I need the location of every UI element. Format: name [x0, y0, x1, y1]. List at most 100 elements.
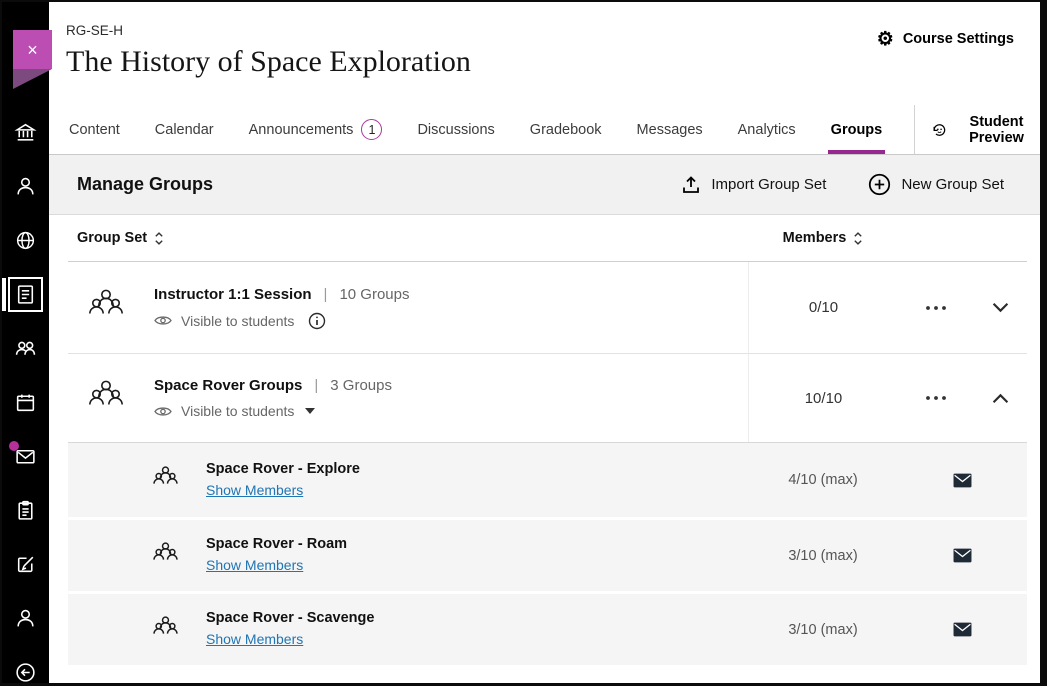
- mail-badge: [9, 441, 19, 451]
- course-tabbar: Content Calendar Announcements 1 Discuss…: [49, 105, 1040, 155]
- members-count: 10/10: [748, 354, 898, 442]
- group-set-info: Space Rover Groups | 3 Groups Visible to…: [154, 377, 748, 419]
- group-set-row-space-rover-groups: Space Rover Groups | 3 Groups Visible to…: [68, 354, 1027, 442]
- subgroup-row-roam: Space Rover - Roam Show Members 3/10 (ma…: [68, 517, 1027, 591]
- info-button[interactable]: [308, 312, 326, 330]
- envelope-icon: [953, 622, 972, 637]
- new-group-set-button[interactable]: New Group Set: [862, 172, 1010, 197]
- course-titles: RG-SE-H The History of Space Exploration: [66, 17, 471, 105]
- group-set-icon: [87, 286, 125, 329]
- envelope-icon: [953, 548, 972, 563]
- overflow-dots-icon: [925, 305, 947, 311]
- group-set-info: Instructor 1:1 Session | 10 Groups Visib…: [154, 286, 748, 330]
- collapse-row-button[interactable]: [988, 389, 1013, 408]
- student-preview-label: Student Preview: [957, 114, 1036, 146]
- expand-row-button[interactable]: [988, 298, 1013, 317]
- divider: |: [314, 377, 318, 394]
- group-set-name: Space Rover Groups: [154, 377, 302, 394]
- subgroup-info: Space Rover - Explore Show Members: [206, 461, 748, 500]
- course-header: RG-SE-H The History of Space Exploration…: [49, 2, 1040, 105]
- subgroup-members-count: 4/10 (max): [748, 472, 898, 488]
- student-preview-button[interactable]: Student Preview: [914, 105, 1040, 154]
- group-set-icon: [87, 377, 125, 420]
- tab-content[interactable]: Content: [66, 105, 123, 154]
- subgroup-row-explore: Space Rover - Explore Show Members 4/10 …: [68, 443, 1027, 517]
- group-set-row-instructor-11-session: Instructor 1:1 Session | 10 Groups Visib…: [68, 262, 1027, 354]
- info-icon: [308, 312, 326, 330]
- subgroup-members-count: 3/10 (max): [748, 622, 898, 638]
- ribbon-fold: [13, 69, 52, 89]
- caret-down-icon: [305, 408, 315, 414]
- close-course-ribbon[interactable]: ×: [13, 30, 52, 89]
- group-set-column-header[interactable]: Group Set: [68, 230, 748, 246]
- course-page: ×: [0, 0, 1047, 686]
- message-group-button[interactable]: [949, 469, 976, 492]
- tab-calendar[interactable]: Calendar: [152, 105, 217, 154]
- sort-icon: [154, 231, 164, 246]
- sidebar-nav: [2, 121, 49, 684]
- page-title: The History of Space Exploration: [66, 45, 471, 79]
- manage-actions: Import Group Set New Group Set: [675, 172, 1010, 197]
- people-icon[interactable]: [14, 337, 37, 360]
- bank-icon[interactable]: [14, 121, 37, 144]
- members-column-header[interactable]: Members: [748, 230, 898, 246]
- subgroup-row-scavenge: Space Rover - Scavenge Show Members 3/10…: [68, 591, 1027, 665]
- compose-icon[interactable]: [14, 553, 37, 576]
- group-set-name: Instructor 1:1 Session: [154, 286, 312, 303]
- group-count: 10 Groups: [339, 286, 409, 303]
- subgroup-name: Space Rover - Scavenge: [206, 610, 748, 626]
- course-code: RG-SE-H: [66, 23, 471, 38]
- subgroup-name: Space Rover - Roam: [206, 536, 748, 552]
- overflow-menu-button[interactable]: [921, 391, 951, 405]
- overflow-dots-icon: [925, 395, 947, 401]
- message-group-button[interactable]: [949, 544, 976, 567]
- overflow-menu-button[interactable]: [921, 301, 951, 315]
- group-icon: [152, 464, 179, 496]
- eye-icon: [154, 405, 172, 418]
- subgroup-name: Space Rover - Explore: [206, 461, 748, 477]
- tab-messages[interactable]: Messages: [634, 105, 706, 154]
- show-members-link[interactable]: Show Members: [206, 557, 303, 573]
- tab-groups[interactable]: Groups: [828, 105, 886, 154]
- person-2-icon[interactable]: [14, 607, 37, 630]
- clipboard-icon[interactable]: [14, 499, 37, 522]
- course-settings-label: Course Settings: [903, 31, 1014, 47]
- globe-icon[interactable]: [14, 229, 37, 252]
- course-settings-button[interactable]: ⚙ Course Settings: [871, 25, 1020, 53]
- subgroup-members-count: 3/10 (max): [748, 548, 898, 564]
- subgroup-info: Space Rover - Scavenge Show Members: [206, 610, 748, 649]
- visibility-label: Visible to students: [181, 313, 294, 329]
- tab-announcements[interactable]: Announcements 1: [246, 105, 386, 154]
- gear-icon: ⚙: [877, 30, 894, 49]
- manage-groups-title: Manage Groups: [77, 174, 213, 195]
- arrow-circle-icon[interactable]: [14, 661, 37, 684]
- tab-gradebook[interactable]: Gradebook: [527, 105, 605, 154]
- student-preview-icon: [931, 118, 948, 142]
- import-label: Import Group Set: [711, 176, 826, 193]
- calendar-icon[interactable]: [14, 391, 37, 414]
- tab-discussions[interactable]: Discussions: [414, 105, 497, 154]
- tab-analytics[interactable]: Analytics: [735, 105, 799, 154]
- show-members-link[interactable]: Show Members: [206, 631, 303, 647]
- person-icon[interactable]: [14, 175, 37, 198]
- mail-icon[interactable]: [14, 445, 37, 468]
- app-sidebar: ×: [2, 2, 49, 683]
- envelope-icon: [953, 473, 972, 488]
- show-members-link[interactable]: Show Members: [206, 482, 303, 498]
- group-count: 3 Groups: [330, 377, 392, 394]
- eye-icon: [154, 314, 172, 327]
- visibility-label: Visible to students: [181, 403, 294, 419]
- main-area: RG-SE-H The History of Space Exploration…: [49, 2, 1040, 683]
- close-icon[interactable]: ×: [13, 30, 52, 69]
- chevron-up-icon: [992, 393, 1009, 404]
- chevron-down-icon: [992, 302, 1009, 313]
- group-icon: [152, 614, 179, 646]
- announcements-count-badge: 1: [361, 119, 382, 140]
- document-icon[interactable]: [14, 283, 37, 306]
- plus-circle-icon: [868, 173, 891, 196]
- import-icon: [681, 175, 701, 195]
- visibility-dropdown[interactable]: Visible to students: [154, 403, 315, 419]
- message-group-button[interactable]: [949, 618, 976, 641]
- import-group-set-button[interactable]: Import Group Set: [675, 174, 832, 196]
- groups-table-header: Group Set Members: [68, 215, 1027, 262]
